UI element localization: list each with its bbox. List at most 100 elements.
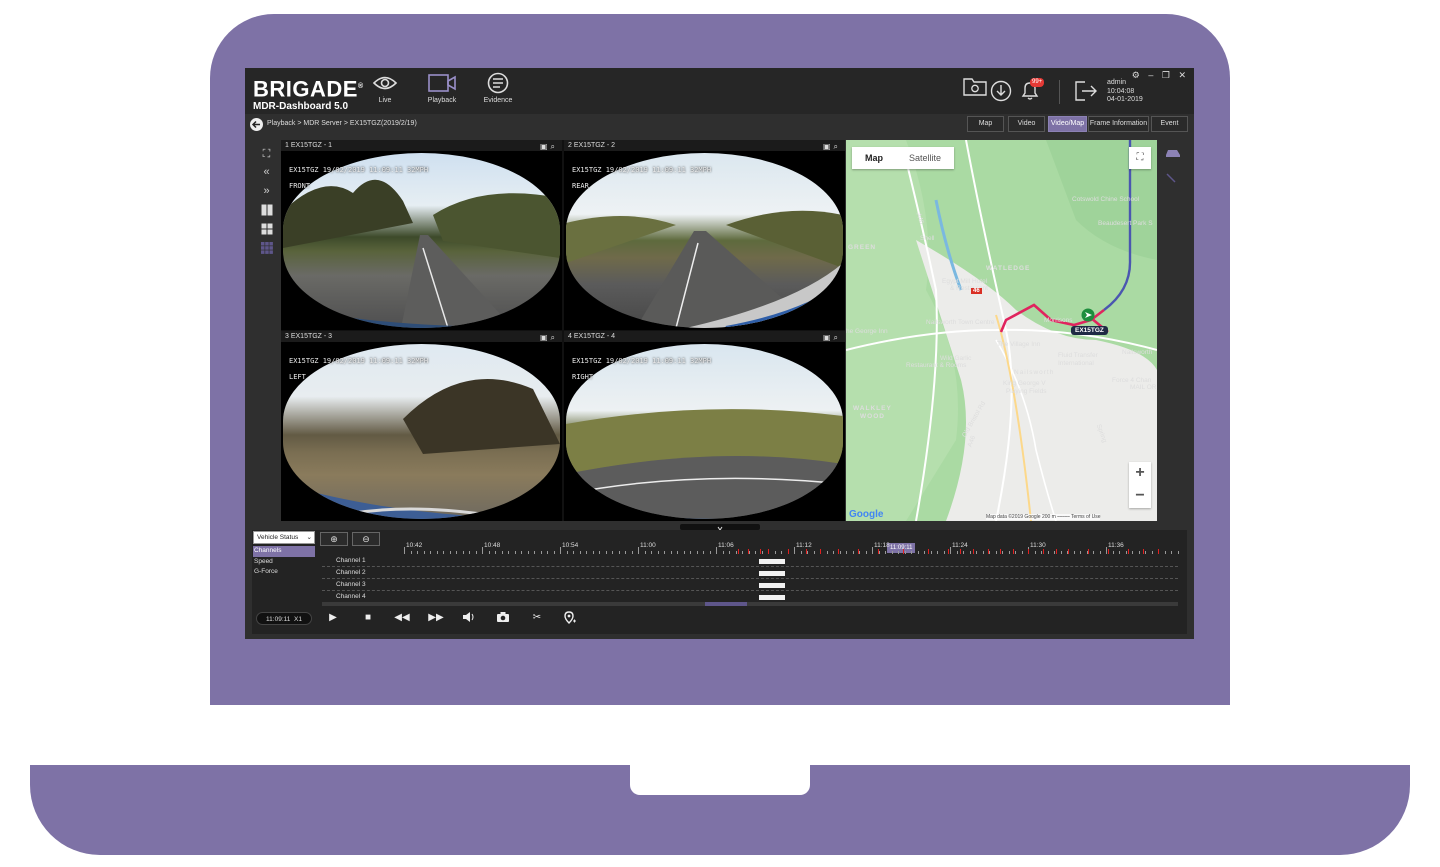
volume-button[interactable]: [461, 611, 477, 625]
map-type-map-button[interactable]: Map: [852, 147, 896, 169]
event-marker[interactable]: [988, 549, 989, 554]
event-marker[interactable]: [973, 549, 974, 554]
map-type-satellite-button[interactable]: Satellite: [896, 147, 954, 169]
event-marker[interactable]: [760, 549, 761, 554]
map-fullscreen-button[interactable]: ⛶: [1129, 147, 1151, 169]
vehicle-icon[interactable]: [1165, 148, 1181, 160]
timeline-scrollbar-thumb[interactable]: [705, 602, 747, 606]
nav-playback-label: Playback: [427, 97, 457, 104]
window-minimize-button[interactable]: –: [1148, 70, 1156, 80]
map-view[interactable]: Map Satellite ⛶ Cotswold Chine School Be…: [846, 140, 1157, 521]
event-marker[interactable]: [1028, 549, 1029, 554]
event-marker[interactable]: [748, 549, 749, 554]
zoom-icon[interactable]: ⌕: [551, 142, 558, 151]
event-marker[interactable]: [948, 549, 949, 554]
recording-segment[interactable]: [759, 559, 785, 564]
channel-row[interactable]: Channel 1: [322, 556, 1178, 567]
back-button[interactable]: [250, 118, 263, 131]
window-restore-button[interactable]: ❐: [1162, 70, 1173, 80]
event-marker[interactable]: [1043, 549, 1044, 554]
layout-two-icon[interactable]: [260, 204, 273, 217]
event-marker[interactable]: [1108, 549, 1109, 554]
map-pin-button[interactable]: [562, 611, 578, 625]
timeline-tick: [852, 551, 854, 554]
video-channel-4[interactable]: 4 EX15TGZ - 4 ▣⌕ EX15TGZ 19/02/2019 11:09…: [564, 331, 845, 521]
event-marker[interactable]: [858, 549, 859, 554]
route-icon[interactable]: [1165, 172, 1181, 184]
event-marker[interactable]: [1088, 549, 1089, 554]
timeline-tick: [1080, 551, 1081, 554]
status-option-speed[interactable]: Speed: [253, 557, 315, 568]
event-marker[interactable]: [1143, 549, 1144, 554]
double-chevron-left-icon[interactable]: «: [260, 166, 273, 179]
vehicle-status-select[interactable]: Vehicle Status ⌄: [253, 531, 315, 544]
event-marker[interactable]: [1128, 549, 1129, 554]
video-channel-3[interactable]: 3 EX15TGZ - 3 ▣⌕ EX15TGZ 19/02/2019 11:09…: [281, 331, 562, 521]
event-marker[interactable]: [1056, 549, 1057, 554]
rewind-icon: ◀◀: [394, 612, 410, 623]
channel-row[interactable]: Channel 2: [322, 568, 1178, 579]
event-marker[interactable]: [928, 549, 929, 554]
recording-segment[interactable]: [759, 583, 785, 588]
fullscreen-icon[interactable]: ⛶: [260, 148, 273, 161]
event-marker[interactable]: [960, 549, 961, 554]
event-marker[interactable]: [878, 549, 879, 554]
channel-row[interactable]: Channel 3: [322, 580, 1178, 591]
expand-icon[interactable]: ▣: [540, 142, 551, 151]
event-marker[interactable]: [806, 549, 807, 554]
tab-event[interactable]: Event: [1151, 116, 1188, 132]
recording-segment[interactable]: [759, 571, 785, 576]
tab-frame-information[interactable]: Frame Information: [1088, 116, 1149, 132]
timeline-zoom-in-button[interactable]: ⊕: [320, 532, 348, 546]
zoom-in-button[interactable]: +: [1129, 462, 1151, 485]
event-marker[interactable]: [1068, 549, 1069, 554]
video-channel-2[interactable]: 2 EX15TGZ - 2 ▣⌕ EX15TGZ 19/02/2019 11:09…: [564, 140, 845, 330]
event-marker[interactable]: [1013, 549, 1014, 554]
clip-button[interactable]: ✂: [529, 611, 545, 625]
zoom-icon[interactable]: ⌕: [834, 142, 841, 151]
event-marker[interactable]: [838, 549, 839, 554]
tab-video[interactable]: Video: [1008, 116, 1045, 132]
tab-map[interactable]: Map: [967, 116, 1004, 132]
timeline-ruler[interactable]: 11:09:11 10:42 10:48 10:54 11:00 11:06 11:12 1…: [388, 542, 1179, 554]
event-marker[interactable]: [1000, 549, 1001, 554]
status-option-g-force[interactable]: G-Force: [253, 567, 315, 578]
nav-playback-button[interactable]: Playback: [417, 72, 467, 114]
double-chevron-right-icon[interactable]: »: [260, 185, 273, 198]
event-marker[interactable]: [903, 549, 904, 554]
nav-evidence-button[interactable]: Evidence: [473, 72, 523, 114]
window-settings-button[interactable]: ⚙: [1132, 70, 1143, 80]
status-option-channels[interactable]: Channels: [253, 546, 315, 557]
event-marker[interactable]: [768, 549, 769, 554]
zoom-icon[interactable]: ⌕: [834, 333, 841, 342]
event-marker[interactable]: [738, 549, 739, 554]
event-marker[interactable]: [788, 549, 789, 554]
nav-live-button[interactable]: Live: [360, 72, 410, 114]
expand-icon[interactable]: ▣: [823, 142, 834, 151]
timeline-tick: [592, 551, 594, 554]
recording-segment[interactable]: [759, 595, 785, 600]
expand-icon[interactable]: ▣: [540, 333, 551, 342]
timeline-scrollbar[interactable]: [322, 602, 1178, 606]
vehicle-marker-icon[interactable]: [1081, 308, 1095, 322]
zoom-out-button[interactable]: −: [1129, 485, 1151, 508]
zoom-icon[interactable]: ⌕: [551, 333, 558, 342]
layout-nine-icon[interactable]: [260, 242, 273, 255]
logout-icon[interactable]: [1073, 79, 1099, 103]
expand-icon[interactable]: ▣: [823, 333, 834, 342]
rewind-button[interactable]: ◀◀: [394, 611, 410, 625]
layout-four-icon[interactable]: [260, 223, 273, 236]
window-close-button[interactable]: ✕: [1178, 70, 1189, 80]
settings-folder-icon[interactable]: [962, 74, 988, 98]
event-marker[interactable]: [1158, 549, 1159, 554]
fast-forward-button[interactable]: ▶▶: [428, 611, 444, 625]
tab-video-map[interactable]: Video/Map: [1048, 116, 1087, 132]
video-osd: EX15TGZ 19/02/2019 11:09:11 32MPH: [289, 166, 429, 174]
timeline-zoom-out-button[interactable]: ⊖: [352, 532, 380, 546]
stop-button[interactable]: ■: [360, 611, 376, 625]
snapshot-button[interactable]: [495, 611, 511, 625]
play-button[interactable]: ▶: [325, 611, 341, 625]
download-icon[interactable]: [990, 80, 1012, 102]
video-channel-1[interactable]: 1 EX15TGZ - 1 ▣⌕ EX15TGZ 19/02/2019 11:09…: [281, 140, 562, 330]
event-marker[interactable]: [820, 549, 821, 554]
